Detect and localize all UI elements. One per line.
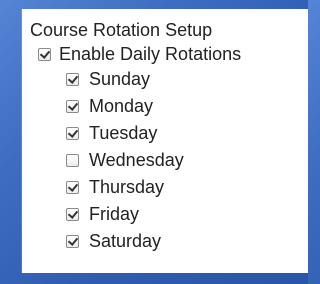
saturday-label: Saturday [89, 231, 162, 251]
enable-daily-rotations-checkbox[interactable] [38, 47, 51, 61]
panel-title: Course Rotation Setup [30, 20, 213, 40]
wednesday-label: Wednesday [89, 150, 184, 170]
friday-checkbox[interactable] [66, 207, 79, 221]
thursday-checkbox[interactable] [66, 180, 79, 194]
tuesday-checkbox[interactable] [66, 126, 79, 140]
tuesday-label: Tuesday [89, 123, 158, 143]
thursday-label: Thursday [89, 177, 165, 197]
day-option-saturday[interactable]: Saturday [66, 229, 161, 253]
day-option-friday[interactable]: Friday [66, 202, 139, 226]
monday-label: Monday [89, 96, 154, 116]
day-option-wednesday[interactable]: Wednesday [66, 148, 184, 172]
enable-daily-rotations-label: Enable Daily Rotations [59, 44, 242, 64]
sunday-label: Sunday [89, 69, 151, 89]
window-background: Course Rotation Setup Enable Daily Rotat… [0, 0, 308, 284]
day-option-thursday[interactable]: Thursday [66, 175, 164, 199]
day-option-tuesday[interactable]: Tuesday [66, 121, 157, 145]
enable-daily-rotations-option[interactable]: Enable Daily Rotations [38, 42, 241, 66]
day-option-sunday[interactable]: Sunday [66, 67, 150, 91]
friday-label: Friday [89, 204, 140, 224]
sunday-checkbox[interactable] [66, 72, 79, 86]
monday-checkbox[interactable] [66, 99, 79, 113]
course-rotation-panel: Course Rotation Setup Enable Daily Rotat… [22, 9, 308, 273]
day-option-monday[interactable]: Monday [66, 94, 153, 118]
wednesday-checkbox[interactable] [66, 153, 79, 167]
saturday-checkbox[interactable] [66, 234, 79, 248]
